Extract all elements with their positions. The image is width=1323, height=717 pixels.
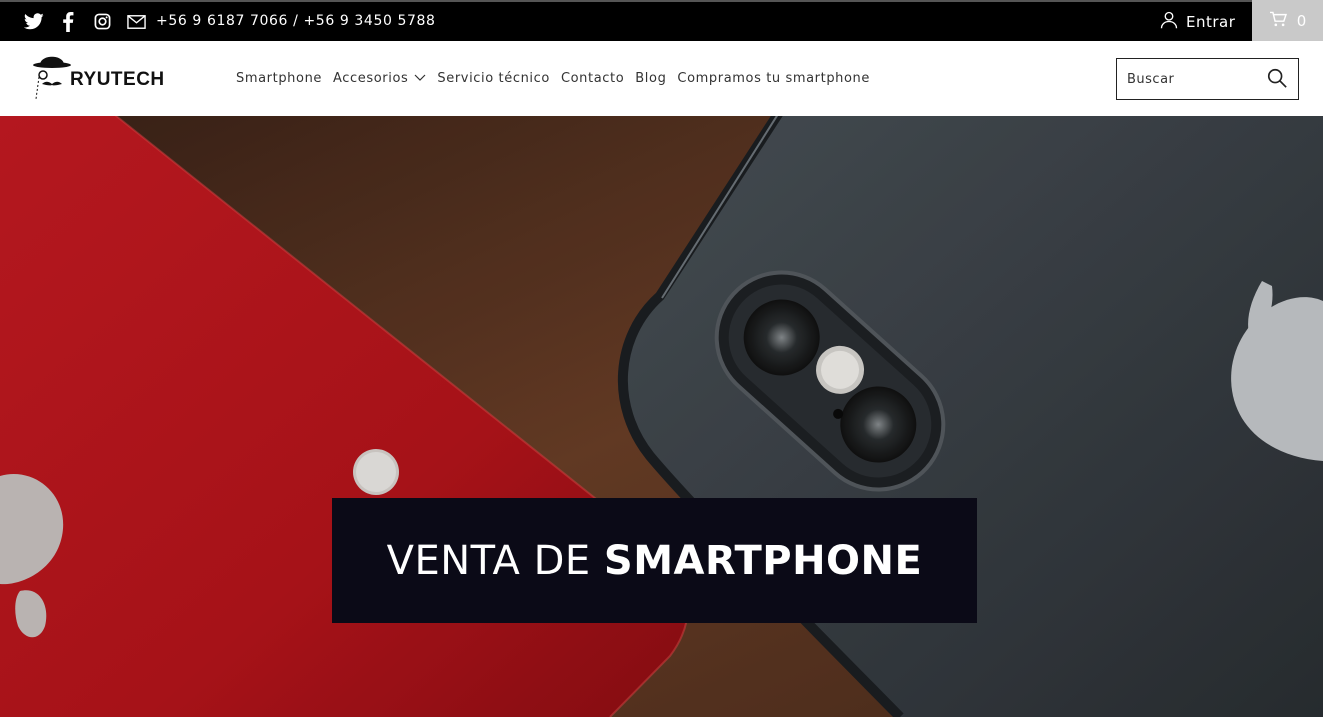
login-link[interactable]: Entrar xyxy=(1160,2,1235,41)
phone-numbers: +56 9 6187 7066 / +56 9 3450 5788 xyxy=(156,13,436,29)
nav-label: Smartphone xyxy=(236,71,323,86)
social-links xyxy=(24,2,146,41)
search-icon[interactable] xyxy=(1266,67,1290,91)
search-box xyxy=(1116,58,1299,100)
site-header: RYUTECH Smartphone Accesorios Servicio t… xyxy=(0,41,1323,116)
nav-item-servicio-tecnico[interactable]: Servicio técnico xyxy=(437,71,550,86)
hero-title: VENTA DE SMARTPHONE xyxy=(387,538,923,584)
nav-item-contacto[interactable]: Contacto xyxy=(561,71,624,86)
hero-banner[interactable]: VENTA DE SMARTPHONE xyxy=(332,498,977,623)
login-label: Entrar xyxy=(1186,12,1236,31)
nav-item-accesorios[interactable]: Accesorios xyxy=(333,71,426,86)
nav-label: Accesorios xyxy=(333,71,409,86)
logo-mascot-icon xyxy=(33,56,71,100)
twitter-icon[interactable] xyxy=(24,12,44,32)
search-input[interactable] xyxy=(1117,59,1257,99)
chevron-down-icon xyxy=(414,71,426,86)
nav-item-smartphone[interactable]: Smartphone xyxy=(236,71,322,86)
hero-title-bold: SMARTPHONE xyxy=(603,537,923,584)
instagram-icon[interactable] xyxy=(92,12,112,32)
user-icon xyxy=(1160,11,1178,33)
nav-item-compramos[interactable]: Compramos tu smartphone xyxy=(677,71,870,86)
cart-button[interactable]: 0 xyxy=(1252,0,1323,41)
cart-count: 0 xyxy=(1296,11,1307,30)
nav-label: Contacto xyxy=(560,71,625,86)
mail-icon[interactable] xyxy=(126,12,146,32)
nav-label: Servicio técnico xyxy=(437,71,550,86)
top-bar: +56 9 6187 7066 / +56 9 3450 5788 Entrar… xyxy=(0,0,1323,41)
logo-text: RYUTECH xyxy=(70,69,165,90)
nav-item-blog[interactable]: Blog xyxy=(635,71,666,86)
hero-title-light: VENTA DE xyxy=(386,537,604,584)
main-nav: Smartphone Accesorios Servicio técnico C… xyxy=(236,41,881,116)
logo[interactable]: RYUTECH xyxy=(32,51,182,103)
hero-image xyxy=(0,116,1323,717)
hero-slideshow[interactable]: VENTA DE SMARTPHONE xyxy=(0,116,1323,717)
cart-icon xyxy=(1269,11,1287,31)
facebook-icon[interactable] xyxy=(58,11,78,32)
nav-label: Blog xyxy=(635,71,667,86)
nav-label: Compramos tu smartphone xyxy=(677,71,870,86)
